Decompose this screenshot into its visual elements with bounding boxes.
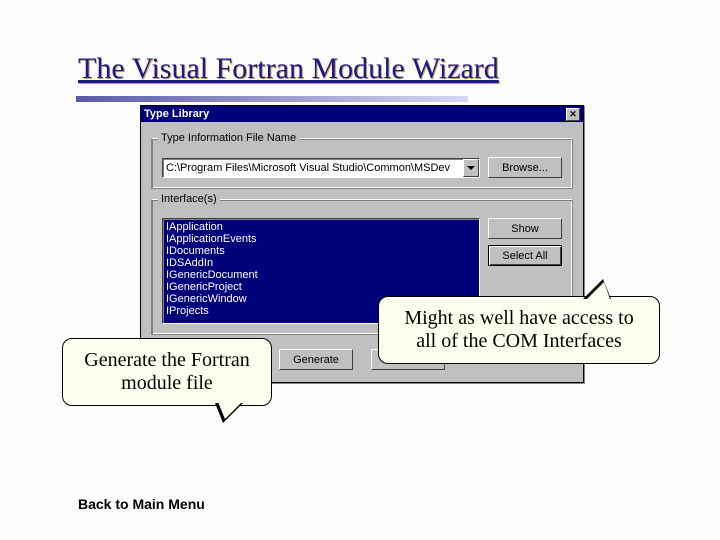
callout-text: Generate the Fortran module file — [84, 349, 249, 394]
slide-title: The Visual Fortran Module Wizard — [78, 52, 499, 86]
browse-button[interactable]: Browse... — [488, 157, 562, 178]
file-name-group: Type Information File Name C:\Program Fi… — [151, 138, 573, 189]
callout-select-all: Might as well have access to all of the … — [378, 296, 660, 364]
list-item[interactable]: IDSAddIn — [166, 257, 476, 269]
back-to-main-link[interactable]: Back to Main Menu — [78, 496, 205, 512]
generate-button[interactable]: Generate — [279, 349, 353, 370]
file-path-combo[interactable]: C:\Program Files\Microsoft Visual Studio… — [162, 158, 480, 178]
callout-tail-icon — [215, 403, 243, 423]
close-button[interactable]: ✕ — [566, 108, 580, 121]
select-all-button[interactable]: Select All — [488, 245, 562, 266]
list-item[interactable]: IApplicationEvents — [166, 233, 476, 245]
dialog-titlebar: Type Library ✕ — [141, 106, 583, 122]
file-name-legend: Type Information File Name — [158, 132, 299, 144]
combo-dropdown-button[interactable] — [463, 159, 479, 177]
list-item[interactable]: IDocuments — [166, 245, 476, 257]
chevron-down-icon — [467, 166, 475, 170]
list-item[interactable]: IGenericDocument — [166, 269, 476, 281]
close-icon: ✕ — [569, 109, 577, 120]
interfaces-legend: Interface(s) — [158, 193, 220, 205]
file-path-value: C:\Program Files\Microsoft Visual Studio… — [163, 160, 463, 176]
list-item[interactable]: IGenericProject — [166, 281, 476, 293]
title-rule — [76, 96, 468, 102]
show-button[interactable]: Show — [488, 218, 562, 239]
list-item[interactable]: IApplication — [166, 221, 476, 233]
callout-generate: Generate the Fortran module file — [62, 338, 272, 406]
callout-text: Might as well have access to all of the … — [404, 307, 633, 352]
dialog-title: Type Library — [144, 108, 209, 120]
callout-tail-icon — [583, 279, 611, 299]
